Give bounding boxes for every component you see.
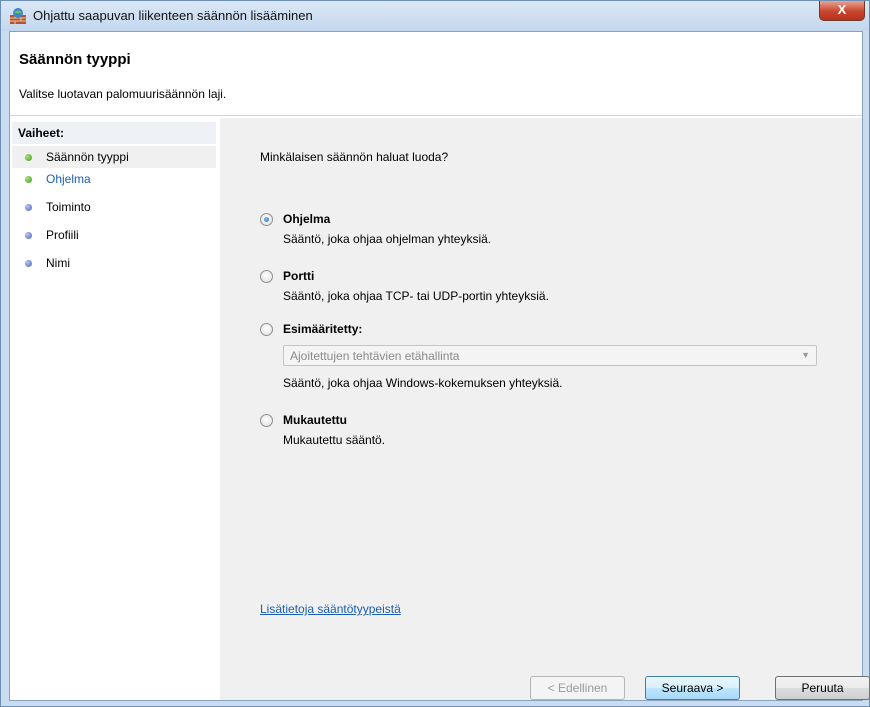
step-complete-icon [25,176,32,183]
steps-heading: Vaiheet: [12,122,216,144]
help-link-rule-types[interactable]: Lisätietoja sääntötyypeistä [260,602,401,616]
step-profile: Profiili [12,224,216,246]
option-desc-port: Sääntö, joka ohjaa TCP- tai UDP-portin y… [283,289,549,303]
radio-predefined[interactable] [260,323,273,336]
step-label: Toiminto [46,200,91,214]
window-title: Ohjattu saapuvan liikenteen säännön lisä… [33,8,313,23]
radio-port[interactable] [260,270,273,283]
option-desc-predefined: Sääntö, joka ohjaa Windows-kokemuksen yh… [283,376,563,390]
close-button[interactable]: X [819,1,865,21]
option-label-predefined[interactable]: Esimääritetty: [283,322,362,336]
chevron-down-icon[interactable]: ▼ [801,350,810,360]
option-desc-custom: Mukautettu sääntö. [283,433,386,447]
option-label-program[interactable]: Ohjelma [283,212,330,226]
option-label-custom[interactable]: Mukautettu [283,413,347,427]
step-pending-icon [25,260,32,267]
step-action: Toiminto [12,196,216,218]
content-pane: Minkälaisen säännön haluat luoda? Ohjelm… [220,118,870,700]
step-label: Nimi [46,256,70,270]
page-title: Säännön tyyppi [19,51,131,68]
page-subtitle: Valitse luotavan palomuurisäännön laji. [19,87,227,101]
step-complete-icon [25,154,32,161]
next-button[interactable]: Seuraava > [645,676,740,700]
close-icon: X [837,2,847,17]
step-label: Säännön tyyppi [46,150,129,164]
firewall-icon [9,7,27,25]
step-label: Profiili [46,228,79,242]
option-desc-program: Sääntö, joka ohjaa ohjelman yhteyksiä. [283,232,492,246]
radio-custom[interactable] [260,414,273,427]
step-rule-type: Säännön tyyppi [12,146,216,168]
cancel-button[interactable]: Peruuta [775,676,870,700]
predefined-rule-value: Ajoitettujen tehtävien etähallinta [290,349,460,363]
option-label-port[interactable]: Portti [283,269,314,283]
step-pending-icon [25,232,32,239]
step-pending-icon [25,204,32,211]
wizard-client-area: Säännön tyyppi Valitse luotavan palomuur… [9,31,870,701]
radio-program[interactable] [260,213,273,226]
step-program[interactable]: Ohjelma [12,168,216,190]
wizard-header: Säännön tyyppi Valitse luotavan palomuur… [10,32,862,116]
steps-pane: Vaiheet: Säännön tyyppi Ohjelma Toiminto… [10,118,220,700]
back-button[interactable]: < Edellinen [530,676,625,700]
step-label[interactable]: Ohjelma [46,172,91,186]
title-bar[interactable]: Ohjattu saapuvan liikenteen säännön lisä… [1,1,869,31]
wizard-window: Ohjattu saapuvan liikenteen säännön lisä… [0,0,870,707]
question-text: Minkälaisen säännön haluat luoda? [260,150,449,164]
step-name: Nimi [12,252,216,274]
predefined-rule-select[interactable]: Ajoitettujen tehtävien etähallinta ▼ [283,345,817,366]
